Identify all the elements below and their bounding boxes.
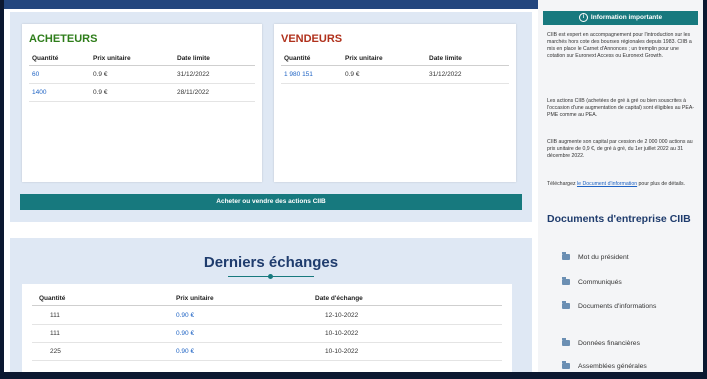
doc-link-financial-data[interactable]: Données financières [562, 338, 692, 348]
folder-icon [562, 338, 570, 347]
download-prefix: Téléchargez [547, 181, 577, 187]
folder-icon [562, 301, 570, 310]
doc-label: Communiqués [578, 279, 622, 286]
exchanges-panel: Derniers échanges Quantité Prix unitaire… [10, 238, 532, 372]
exchanges-table: Quantité Prix unitaire Date d'échange 11… [22, 284, 512, 372]
quantity: 111 [50, 330, 60, 337]
table-row: 1400 0.9 € 28/11/2022 [29, 84, 255, 102]
unit-price-link[interactable]: 0.90 € [176, 312, 194, 319]
buy-sell-button[interactable]: Acheter ou vendre des actions CIIB [20, 194, 522, 210]
table-row: 60 0.9 € 31/12/2022 [29, 66, 255, 84]
doc-label: Documents d'informations [578, 303, 657, 310]
underline-dot [268, 274, 273, 279]
header-exchange-date: Date d'échange [315, 295, 363, 302]
exchange-date: 12-10-2022 [325, 312, 359, 319]
doc-label: Données financières [578, 340, 640, 347]
header-deadline: Date limite [177, 55, 210, 62]
header-unit-price: Prix unitaire [345, 55, 383, 62]
folder-icon [562, 252, 570, 261]
buyers-title: ACHETEURS [29, 33, 98, 45]
deadline: 28/11/2022 [177, 89, 210, 96]
doc-label: Assemblées générales [578, 363, 647, 370]
unit-price: 0.9 € [93, 71, 108, 78]
quantity-link[interactable]: 60 [32, 71, 39, 78]
folder-icon [562, 361, 570, 370]
quantity: 111 [50, 312, 60, 319]
table-row: 225 0.90 € 10-10-2022 [32, 343, 502, 361]
header-quantity: Quantité [39, 295, 66, 302]
header-deadline: Date limite [429, 55, 462, 62]
info-icon: i [578, 12, 588, 22]
exchange-date: 10-10-2022 [325, 330, 359, 337]
download-suffix: pour plus de détails. [637, 181, 685, 187]
table-row: 1 980 151 0.9 € 31/12/2022 [281, 66, 509, 84]
unit-price-link[interactable]: 0.90 € [176, 330, 194, 337]
buyers-card: ACHETEURS Quantité Prix unitaire Date li… [22, 24, 262, 182]
deadline: 31/12/2022 [429, 71, 462, 78]
sellers-card: VENDEURS Quantité Prix unitaire Date lim… [274, 24, 516, 182]
deadline: 31/12/2022 [177, 71, 210, 78]
table-row: 111 0.90 € 12-10-2022 [32, 307, 502, 325]
title-underline [228, 274, 314, 279]
page: ACHETEURS Quantité Prix unitaire Date li… [4, 0, 703, 372]
info-document-link[interactable]: le Document d'information [577, 181, 637, 187]
company-documents-title: Documents d'entreprise CIIB [547, 213, 691, 225]
doc-label: Mot du président [578, 254, 629, 261]
header-unit-price: Prix unitaire [176, 295, 214, 302]
doc-link-press-releases[interactable]: Communiqués [562, 277, 692, 287]
buyers-table-header: Quantité Prix unitaire Date limite [29, 53, 255, 66]
order-book-panel: ACHETEURS Quantité Prix unitaire Date li… [10, 12, 532, 222]
download-paragraph: Téléchargez le Document d'information po… [547, 181, 697, 188]
exchange-date: 10-10-2022 [325, 348, 359, 355]
exchanges-title: Derniers échanges [203, 254, 339, 271]
unit-price-link[interactable]: 0.90 € [176, 348, 194, 355]
table-row: 111 0.90 € 10-10-2022 [32, 325, 502, 343]
doc-link-president[interactable]: Mot du président [562, 252, 692, 262]
important-info-label: Information importante [590, 14, 663, 21]
doc-link-information-documents[interactable]: Documents d'informations [562, 301, 692, 311]
unit-price: 0.9 € [93, 89, 108, 96]
header-unit-price: Prix unitaire [93, 55, 131, 62]
quantity: 225 [50, 348, 61, 355]
header-quantity: Quantité [284, 55, 311, 62]
sidebar: i Information importante CIIB est expert … [538, 0, 703, 372]
exchanges-table-header: Quantité Prix unitaire Date d'échange [32, 292, 502, 306]
important-info-button[interactable]: i Information importante [543, 11, 698, 25]
capital-paragraph: CIIB augmente son capital par cession de… [547, 139, 693, 159]
quantity-link[interactable]: 1400 [32, 89, 46, 96]
sellers-table-header: Quantité Prix unitaire Date limite [281, 53, 509, 66]
folder-icon [562, 277, 570, 286]
header-quantity: Quantité [32, 55, 59, 62]
intro-paragraph: CIIB est expert en accompagnement pour l… [547, 32, 692, 59]
quantity-link[interactable]: 1 980 151 [284, 71, 313, 78]
main-content: ACHETEURS Quantité Prix unitaire Date li… [10, 12, 532, 372]
doc-link-general-assemblies[interactable]: Assemblées générales [562, 361, 692, 371]
pea-paragraph: Les actions CIIB (achetées de gré à gré … [547, 98, 695, 118]
unit-price: 0.9 € [345, 71, 360, 78]
sellers-title: VENDEURS [281, 33, 343, 45]
